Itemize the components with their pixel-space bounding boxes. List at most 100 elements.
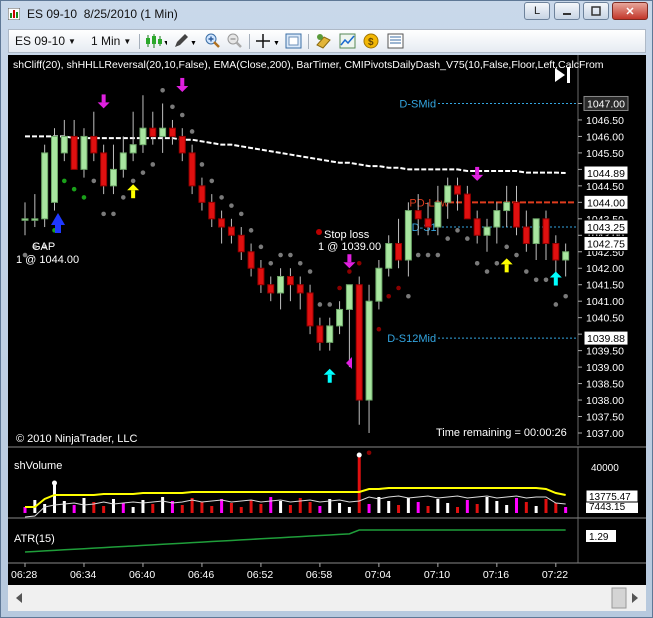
link-button[interactable]: L [524, 2, 550, 20]
volume-bar [102, 506, 106, 513]
time-tick-label: 07:10 [424, 569, 450, 581]
order-entry-button[interactable] [387, 33, 405, 49]
volume-bar [367, 504, 371, 513]
volume-bar [446, 503, 450, 513]
trend-dot [111, 211, 116, 217]
trend-dot [455, 228, 460, 233]
candle-body [41, 152, 49, 220]
volume-bar [534, 506, 538, 513]
interval-label: 1 Min [91, 34, 121, 48]
candle-body [395, 243, 403, 261]
trend-dot [553, 302, 559, 307]
maximize-button[interactable] [583, 2, 609, 20]
close-button[interactable]: ✕ [612, 2, 648, 20]
svg-text:$: $ [368, 37, 374, 48]
volume-bar [505, 505, 509, 513]
arrow-down-head [97, 102, 110, 109]
time-tick-label: 06:28 [11, 569, 37, 581]
candle-body [100, 152, 108, 187]
volume-bar [515, 498, 518, 513]
time-tick-label: 06:34 [70, 569, 96, 581]
copyright: © 2010 NinjaTrader, LLC [16, 433, 137, 445]
volume-bar [72, 505, 76, 513]
trend-dot [563, 293, 568, 299]
zoom-out-button[interactable] [227, 33, 243, 49]
toolbar-separator [249, 34, 250, 49]
candle-body [434, 201, 442, 228]
properties-button[interactable] [315, 33, 333, 49]
candle-body [522, 226, 530, 245]
volume-bar [180, 505, 184, 513]
candle-body [375, 267, 383, 302]
trend-dot [533, 277, 539, 283]
maximize-icon [591, 6, 601, 16]
strategies-button[interactable]: $ [363, 33, 381, 49]
zoom-out-icon [227, 33, 242, 48]
volume-bar [485, 497, 489, 513]
arrow-up-icon [131, 190, 136, 199]
chart-style-button[interactable]: ▼ [145, 33, 167, 49]
chart-canvas[interactable]: shCliff(20), shHHLLReversal(20,10,False)… [8, 55, 646, 611]
volume-bar [347, 507, 351, 513]
volume-bar [210, 506, 214, 513]
volume-panel-title: shVolume [14, 460, 62, 472]
candle-body [473, 218, 481, 236]
candle-body [424, 218, 432, 228]
data-box-button[interactable] [285, 33, 303, 49]
candle-body [60, 135, 68, 154]
data-box-icon [285, 33, 302, 49]
zoom-in-button[interactable] [205, 33, 221, 49]
trend-dot [219, 195, 224, 200]
volume-bar [161, 497, 165, 513]
trend-dots [22, 87, 568, 456]
time-tick-label: 06:40 [129, 569, 155, 581]
trend-dot [543, 277, 549, 283]
arrow-up-head [127, 184, 140, 191]
candle-body [257, 267, 265, 286]
horizontal-scrollbar[interactable] [8, 585, 646, 611]
properties-icon [316, 34, 331, 49]
minimize-button[interactable] [554, 2, 580, 20]
gap-label: GAP [32, 241, 55, 253]
indicators-icon [339, 33, 356, 49]
scrollbar-thumb[interactable] [611, 587, 627, 609]
trend-dot [356, 260, 362, 266]
candle-body [306, 292, 314, 327]
trend-dot [376, 326, 382, 332]
candle-body [552, 243, 560, 261]
instrument-selector[interactable]: ES 09-10 ▼ [15, 33, 76, 49]
instrument-label: ES 09-10 [15, 34, 66, 48]
volume-fast-average-line [24, 495, 566, 518]
trend-dot [504, 244, 509, 250]
drawing-tools-button[interactable]: ▼ [173, 33, 197, 49]
stop-marker [316, 229, 322, 235]
price-tick-label: 1044.50 [586, 181, 624, 193]
volume-value-2: 7443.15 [589, 502, 626, 513]
interval-selector[interactable]: 1 Min ▼ [91, 33, 131, 49]
trend-dot [307, 269, 313, 274]
trend-dot [435, 252, 441, 258]
scrollbar-track[interactable] [8, 585, 646, 611]
indicators-button[interactable] [339, 33, 357, 49]
price-marker-label: 1042.75 [587, 239, 625, 251]
volume-bar [288, 505, 292, 513]
arrow-up-icon [327, 374, 332, 383]
candle-body [444, 185, 452, 203]
entry-arrow-icon [51, 213, 65, 225]
volume-bar [269, 497, 273, 513]
chart-area[interactable]: shCliff(20), shHHLLReversal(20,10,False)… [8, 55, 646, 611]
price-ticks: 1047.001046.501046.001045.501045.001044.… [578, 98, 624, 440]
crosshair-button[interactable]: ▼ [255, 33, 281, 49]
volume-bar [475, 504, 479, 513]
window-title: ES 09-10 8/25/2010 (1 Min) [27, 7, 178, 21]
time-axis: 06:28 06:34 06:40 06:46 06:52 06:58 07:04 07:10… [8, 562, 646, 581]
trend-dot [179, 112, 185, 118]
price-tick-label: 1038.50 [586, 379, 624, 391]
zoom-in-icon [205, 33, 220, 48]
trend-dot [386, 293, 392, 299]
volume-bar [426, 506, 430, 513]
title-bar[interactable]: ES 09-10 8/25/2010 (1 Min) L ✕ [1, 1, 652, 27]
trend-dot [366, 450, 372, 456]
candle-body [267, 284, 275, 294]
price-marker-label: 1044.89 [587, 168, 625, 180]
